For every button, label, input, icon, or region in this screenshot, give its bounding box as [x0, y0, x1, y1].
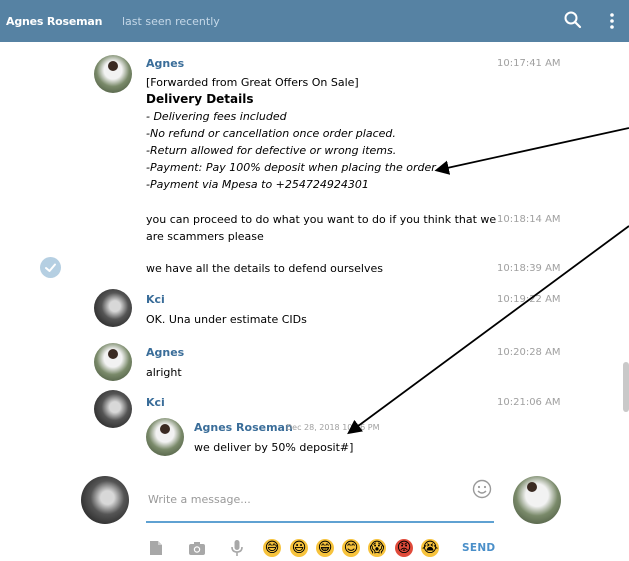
avatar-agnes[interactable] [94, 343, 132, 381]
camera-icon[interactable] [187, 538, 207, 558]
message-time: 10:18:14 AM [497, 214, 561, 225]
message-line: -No refund or cancellation once order pl… [146, 127, 396, 140]
message-text: OK. Una under estimate CIDs [146, 313, 307, 326]
reply-sender-name[interactable]: Agnes Roseman [194, 421, 293, 434]
annotation-arrow [347, 225, 629, 435]
message-text: you can proceed to do what you want to d… [146, 211, 496, 245]
avatar-agnes[interactable] [94, 55, 132, 93]
composer-toolbar: 😅 😃 😁 😊 😱 😡 😭 SEND [0, 538, 629, 560]
message-line: -Payment: Pay 100% deposit when placing … [146, 161, 436, 174]
my-avatar [81, 476, 129, 524]
emoji-rage[interactable]: 😡 [395, 539, 413, 557]
message-line: -Return allowed for defective or wrong i… [146, 144, 397, 157]
avatar-kci[interactable] [94, 390, 132, 428]
microphone-icon[interactable] [227, 538, 247, 558]
message-text: we have all the details to defend oursel… [146, 262, 383, 275]
emoji-blush[interactable]: 😊 [342, 539, 360, 557]
reply-date: Dec 28, 2018 10:46 PM [286, 423, 380, 432]
message-time: 10:21:06 AM [497, 397, 561, 408]
emoji-scream[interactable]: 😱 [368, 539, 386, 557]
file-icon[interactable] [146, 538, 166, 558]
message-line: -Payment via Mpesa to +254724924301 [146, 178, 369, 191]
scrollbar-thumb[interactable] [623, 362, 629, 412]
emoji-grin[interactable]: 😁 [316, 539, 334, 557]
message-time: 10:20:28 AM [497, 347, 561, 358]
emoji-smiley[interactable]: 😃 [290, 539, 308, 557]
peer-avatar[interactable] [513, 476, 561, 524]
message-time: 10:19:22 AM [497, 294, 561, 305]
forwarded-from[interactable]: [Forwarded from Great Offers On Sale] [146, 74, 436, 91]
emoji-sob[interactable]: 😭 [421, 539, 439, 557]
selected-check-icon[interactable] [40, 257, 61, 278]
message-time: 10:17:41 AM [497, 58, 561, 69]
chat-header: Agnes Roseman last seen recently [0, 0, 629, 42]
reply-text: we deliver by 50% deposit#] [194, 441, 354, 454]
message-heading: Delivery Details [146, 92, 254, 106]
contact-status: last seen recently [122, 15, 220, 28]
message-time: 10:18:39 AM [497, 263, 561, 274]
contact-name[interactable]: Agnes Roseman [6, 15, 102, 28]
message-input[interactable] [146, 478, 494, 523]
annotation-arrow [434, 127, 629, 175]
emoji-sweat-smile[interactable]: 😅 [263, 539, 281, 557]
more-vertical-icon[interactable] [609, 12, 615, 30]
message-line: you can proceed to do what you want to d… [146, 213, 497, 226]
forwarded-message: [Forwarded from Great Offers On Sale] De… [146, 74, 436, 193]
sender-name[interactable]: Agnes [146, 346, 184, 359]
send-button[interactable]: SEND [462, 542, 495, 554]
message-line: - Delivering fees included [146, 110, 287, 123]
message-line: are scammers please [146, 230, 264, 243]
sender-name[interactable]: Kci [146, 396, 165, 409]
sender-name[interactable]: Agnes [146, 57, 184, 70]
sender-name[interactable]: Kci [146, 293, 165, 306]
search-icon[interactable] [563, 10, 583, 30]
message-text: alright [146, 366, 182, 379]
emoji-icon[interactable] [472, 479, 492, 499]
reply-avatar[interactable] [146, 418, 184, 456]
avatar-kci[interactable] [94, 289, 132, 327]
